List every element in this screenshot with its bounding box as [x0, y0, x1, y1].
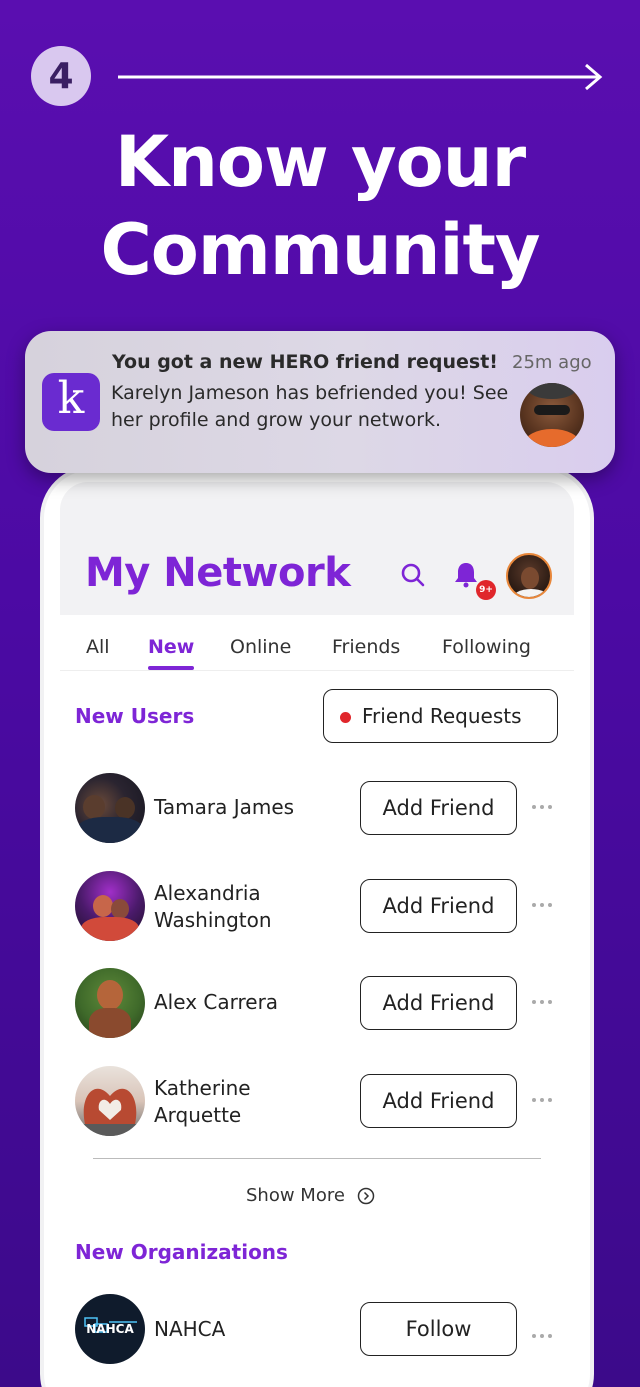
- unread-dot-icon: [340, 712, 351, 723]
- more-options-icon[interactable]: [530, 990, 554, 1014]
- tab-new[interactable]: New: [148, 636, 194, 658]
- avatar[interactable]: [75, 1066, 145, 1136]
- user-name[interactable]: Tamara James: [154, 794, 324, 821]
- notification-title: You got a new HERO friend request!: [112, 351, 498, 373]
- add-friend-button[interactable]: Add Friend: [360, 976, 517, 1030]
- avatar[interactable]: [75, 968, 145, 1038]
- avatar-hat: [528, 383, 576, 399]
- list-item: Alex Carrera Add Friend: [60, 968, 574, 1048]
- new-organizations-heading: New Organizations: [75, 1240, 288, 1264]
- chevron-right-circle-icon: [357, 1187, 375, 1204]
- app-logo-icon: k: [42, 373, 100, 431]
- app-header: My Network 9+: [60, 482, 574, 615]
- list-item: Katherine Arquette Add Friend: [60, 1066, 574, 1146]
- add-friend-button[interactable]: Add Friend: [360, 781, 517, 835]
- notification-body: Karelyn Jameson has befriended you! See …: [111, 382, 509, 431]
- avatar[interactable]: [75, 773, 145, 843]
- tab-following[interactable]: Following: [442, 636, 531, 658]
- tab-bar: All New Online Friends Following: [60, 615, 574, 671]
- app-screen: My Network 9+ All New Online Friends Fol…: [60, 482, 574, 1387]
- tab-online[interactable]: Online: [230, 636, 291, 658]
- org-name[interactable]: NAHCA: [154, 1316, 324, 1343]
- more-options-icon[interactable]: [530, 795, 554, 819]
- follow-button[interactable]: Follow: [360, 1302, 517, 1356]
- tab-friends[interactable]: Friends: [332, 636, 400, 658]
- user-name[interactable]: Katherine Arquette: [154, 1075, 324, 1129]
- more-options-icon[interactable]: [530, 1088, 554, 1112]
- headline: Know your Community: [0, 118, 640, 294]
- show-more-label: Show More: [246, 1185, 345, 1206]
- search-icon[interactable]: [400, 562, 426, 588]
- notification-count-badge: 9+: [476, 580, 496, 600]
- notification-time: 25m ago: [512, 352, 592, 373]
- headline-line1: Know your: [114, 121, 526, 203]
- show-more-link[interactable]: Show More: [246, 1185, 375, 1206]
- friend-requests-label: Friend Requests: [362, 704, 522, 728]
- active-tab-indicator: [148, 666, 194, 670]
- arrow-right-icon: [118, 63, 603, 91]
- user-name[interactable]: Alexandria Washington: [154, 880, 324, 934]
- add-friend-button[interactable]: Add Friend: [360, 879, 517, 933]
- avatar[interactable]: [506, 553, 552, 599]
- tab-all[interactable]: All: [86, 636, 110, 658]
- step-number-badge: 4: [31, 46, 91, 106]
- list-item: Alexandria Washington Add Friend: [60, 871, 574, 951]
- list-item: Tamara James Add Friend: [60, 773, 574, 853]
- avatar[interactable]: [75, 871, 145, 941]
- more-options-icon[interactable]: [530, 893, 554, 917]
- avatar-glasses: [534, 405, 570, 415]
- page-title: My Network: [85, 550, 351, 596]
- divider: [93, 1158, 541, 1159]
- bell-icon[interactable]: [452, 560, 480, 588]
- new-users-heading: New Users: [75, 704, 195, 728]
- avatar-shirt: [512, 589, 550, 597]
- user-name[interactable]: Alex Carrera: [154, 989, 324, 1016]
- avatar: [520, 383, 584, 447]
- headline-line2: Community: [100, 209, 540, 291]
- avatar-face: [521, 567, 539, 589]
- push-notification[interactable]: k You got a new HERO friend request! 25m…: [25, 331, 615, 473]
- heart-rock-icon: [75, 1088, 145, 1136]
- more-options-icon[interactable]: [530, 1324, 554, 1348]
- add-friend-button[interactable]: Add Friend: [360, 1074, 517, 1128]
- friend-requests-button[interactable]: Friend Requests: [323, 689, 558, 743]
- avatar-shirt: [524, 429, 580, 447]
- org-logo[interactable]: NAHCA: [75, 1294, 145, 1364]
- org-logo-text: NAHCA: [86, 1322, 134, 1336]
